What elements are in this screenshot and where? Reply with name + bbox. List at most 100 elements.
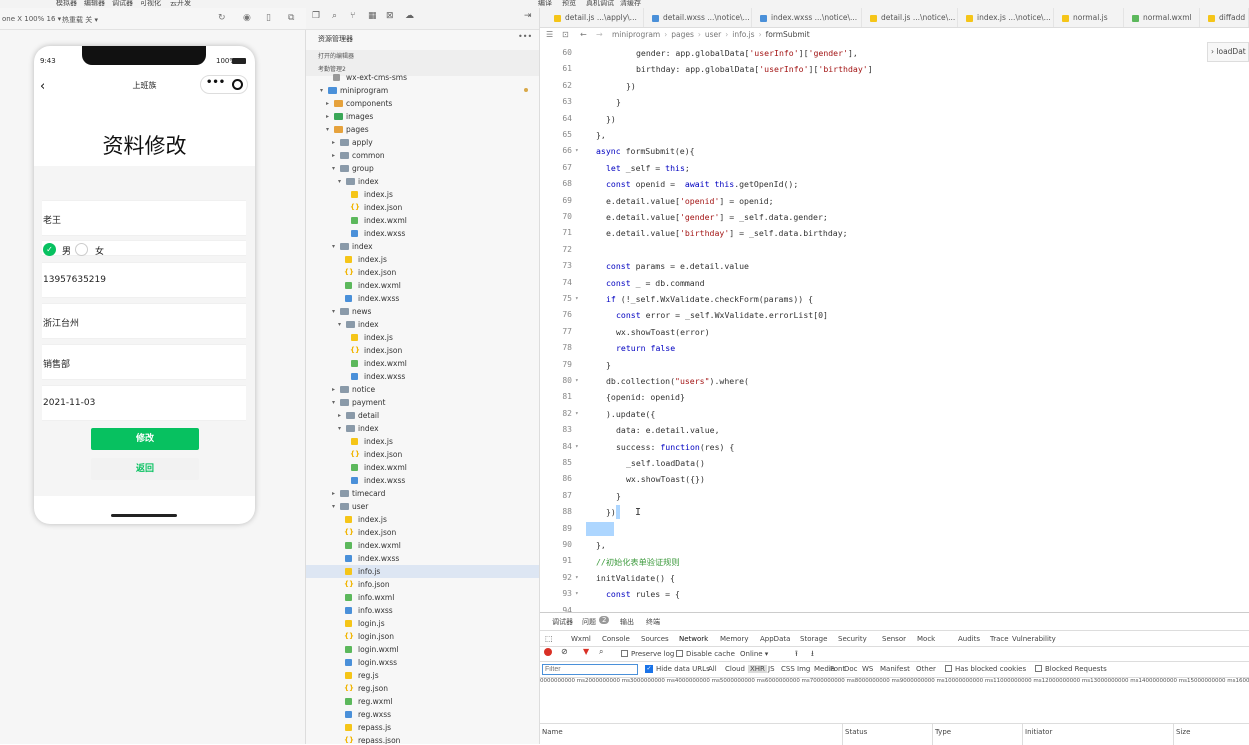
tree-item[interactable]: ▸ common xyxy=(306,149,539,162)
tree-item[interactable]: {} index.json xyxy=(306,201,539,214)
files-icon[interactable]: ❐ xyxy=(312,11,320,21)
devtools-panel-tab[interactable]: Wxml xyxy=(571,635,591,643)
tree-item[interactable]: index.js xyxy=(306,435,539,448)
devtools-panel-tab[interactable]: Console xyxy=(602,635,630,643)
radio-unchecked-icon[interactable] xyxy=(75,243,88,256)
menu-item[interactable]: 云开发 xyxy=(170,0,191,8)
more-dots-icon[interactable]: ••• xyxy=(206,77,225,88)
type-filter[interactable]: Cloud xyxy=(725,665,745,673)
fold-chevron-icon[interactable]: ▾ xyxy=(575,147,579,154)
devtools-panel-tab[interactable]: Memory xyxy=(720,635,748,643)
record-icon[interactable] xyxy=(544,648,552,656)
extensions-icon[interactable]: ▦ xyxy=(368,11,377,21)
tree-item[interactable]: index.wxss xyxy=(306,370,539,383)
editor-tab[interactable]: normal.wxml xyxy=(1124,8,1200,27)
tree-item[interactable]: {} info.json xyxy=(306,578,539,591)
devtools-top-tab[interactable]: 调试器 xyxy=(552,617,573,627)
clear-icon[interactable]: ⊘ xyxy=(561,647,568,656)
tree-item[interactable]: info.wxml xyxy=(306,591,539,604)
code-editor[interactable]: 60 gender: app.globalData['userInfo']['ge… xyxy=(540,42,1249,612)
tree-item[interactable]: index.wxml xyxy=(306,357,539,370)
record-icon[interactable]: ◉ xyxy=(243,13,251,23)
tree-item[interactable]: {} repass.json xyxy=(306,734,539,744)
network-column-header[interactable]: Name xyxy=(542,728,563,736)
devtools-panel-tab[interactable]: AppData xyxy=(760,635,790,643)
tree-item[interactable]: index.js xyxy=(306,253,539,266)
explorer-more-icon[interactable]: ••• xyxy=(518,32,532,41)
tree-item[interactable]: ▾ user xyxy=(306,500,539,513)
editor-tab[interactable]: index.js ...\notice\... xyxy=(958,8,1054,27)
tree-item[interactable]: index.wxml xyxy=(306,279,539,292)
source-control-icon[interactable]: ⑂ xyxy=(350,11,355,21)
filter-input[interactable] xyxy=(542,664,638,675)
breadcrumb-item[interactable]: pages xyxy=(671,30,694,39)
devtools-panel-tab[interactable]: Sensor xyxy=(882,635,906,643)
devtools-panel-tab[interactable]: Trace xyxy=(990,635,1009,643)
tree-item[interactable]: login.wxml xyxy=(306,643,539,656)
fold-chevron-icon[interactable]: ▾ xyxy=(575,574,579,581)
tree-item[interactable]: wx-ext-cms-sms xyxy=(306,71,539,84)
tree-item[interactable]: ▸ notice xyxy=(306,383,539,396)
back-button[interactable]: 返回 xyxy=(91,458,199,480)
tree-item[interactable]: index.wxss xyxy=(306,552,539,565)
bookmark-icon[interactable]: ⊡ xyxy=(562,28,569,42)
tree-item[interactable]: ▾ payment xyxy=(306,396,539,409)
menu-item[interactable]: 可视化 xyxy=(140,0,161,8)
tree-item[interactable]: {} index.json xyxy=(306,448,539,461)
menu-item[interactable]: 编辑器 xyxy=(84,0,105,8)
network-column-header[interactable]: Status xyxy=(845,728,867,736)
phone-field[interactable]: 13957635219 xyxy=(42,262,246,298)
type-filter[interactable]: Img xyxy=(797,665,810,673)
tree-item[interactable]: index.wxml xyxy=(306,539,539,552)
throttle-select[interactable]: Online ▾ xyxy=(740,650,768,658)
fold-chevron-icon[interactable]: ▾ xyxy=(575,377,579,384)
tree-item[interactable]: {} index.json xyxy=(306,344,539,357)
type-filter[interactable]: XHR xyxy=(748,665,767,673)
tree-item[interactable]: ▸ components xyxy=(306,97,539,110)
birthday-picker[interactable]: 2021-11-03 xyxy=(42,385,246,421)
nav-back-icon[interactable]: ← xyxy=(580,28,587,42)
tree-item[interactable]: {} index.json xyxy=(306,526,539,539)
devtools-panel-tab[interactable]: Audits xyxy=(958,635,980,643)
tree-item[interactable]: index.wxml xyxy=(306,214,539,227)
fold-chevron-icon[interactable]: ▾ xyxy=(575,295,579,302)
tree-item[interactable]: index.js xyxy=(306,188,539,201)
city-field[interactable]: 浙江台州 xyxy=(42,303,246,339)
tree-item[interactable]: repass.js xyxy=(306,721,539,734)
breadcrumb-item[interactable]: formSubmit xyxy=(766,30,810,39)
department-field[interactable]: 销售部 xyxy=(42,344,246,380)
devtools-panel-tab[interactable]: Mock xyxy=(917,635,935,643)
checkbox-checked-icon[interactable]: ✓ xyxy=(645,665,653,673)
checkbox-icon[interactable] xyxy=(676,650,683,657)
type-filter[interactable]: Manifest xyxy=(880,665,910,673)
tree-item[interactable]: index.wxss xyxy=(306,474,539,487)
cloud-icon[interactable]: ☁ xyxy=(405,11,414,21)
editor-tab[interactable]: index.wxss ...\notice\... xyxy=(752,8,862,27)
refresh-icon[interactable]: ↻ xyxy=(218,13,226,23)
breadcrumb-item[interactable]: info.js xyxy=(732,30,754,39)
type-filter[interactable]: JS xyxy=(768,665,775,673)
devtools-panel-tab[interactable]: Security xyxy=(838,635,867,643)
type-filter[interactable]: CSS xyxy=(781,665,795,673)
outline-peek[interactable]: › loadDat xyxy=(1207,42,1249,62)
tree-item[interactable]: ▾ index xyxy=(306,422,539,435)
fold-chevron-icon[interactable]: ▾ xyxy=(575,590,579,597)
download-icon[interactable]: ⭳ xyxy=(811,648,814,662)
tree-item[interactable]: info.js xyxy=(306,565,539,578)
menu-item[interactable]: 真机调试 xyxy=(586,0,614,8)
tree-item[interactable]: ▾ index xyxy=(306,318,539,331)
editor-tab[interactable]: detail.wxss ...\notice\... xyxy=(644,8,752,27)
tree-item[interactable]: ▸ apply xyxy=(306,136,539,149)
submit-button[interactable]: 修改 xyxy=(91,428,199,450)
tree-item[interactable]: ▾ index xyxy=(306,175,539,188)
type-filter[interactable]: All xyxy=(708,665,717,673)
devtools-panel-tab[interactable]: Vulnerability xyxy=(1012,635,1056,643)
fold-chevron-icon[interactable]: ▾ xyxy=(575,443,579,450)
editor-tab[interactable]: detail.js ...\apply\... xyxy=(546,8,644,27)
tree-item[interactable]: index.js xyxy=(306,513,539,526)
tree-item[interactable]: ▾ miniprogram xyxy=(306,84,539,97)
split-icon[interactable]: ⇥ xyxy=(524,11,532,21)
network-column-header[interactable]: Initiator xyxy=(1025,728,1052,736)
editor-tab[interactable]: diffadd xyxy=(1200,8,1249,27)
tree-item[interactable]: index.wxss xyxy=(306,292,539,305)
